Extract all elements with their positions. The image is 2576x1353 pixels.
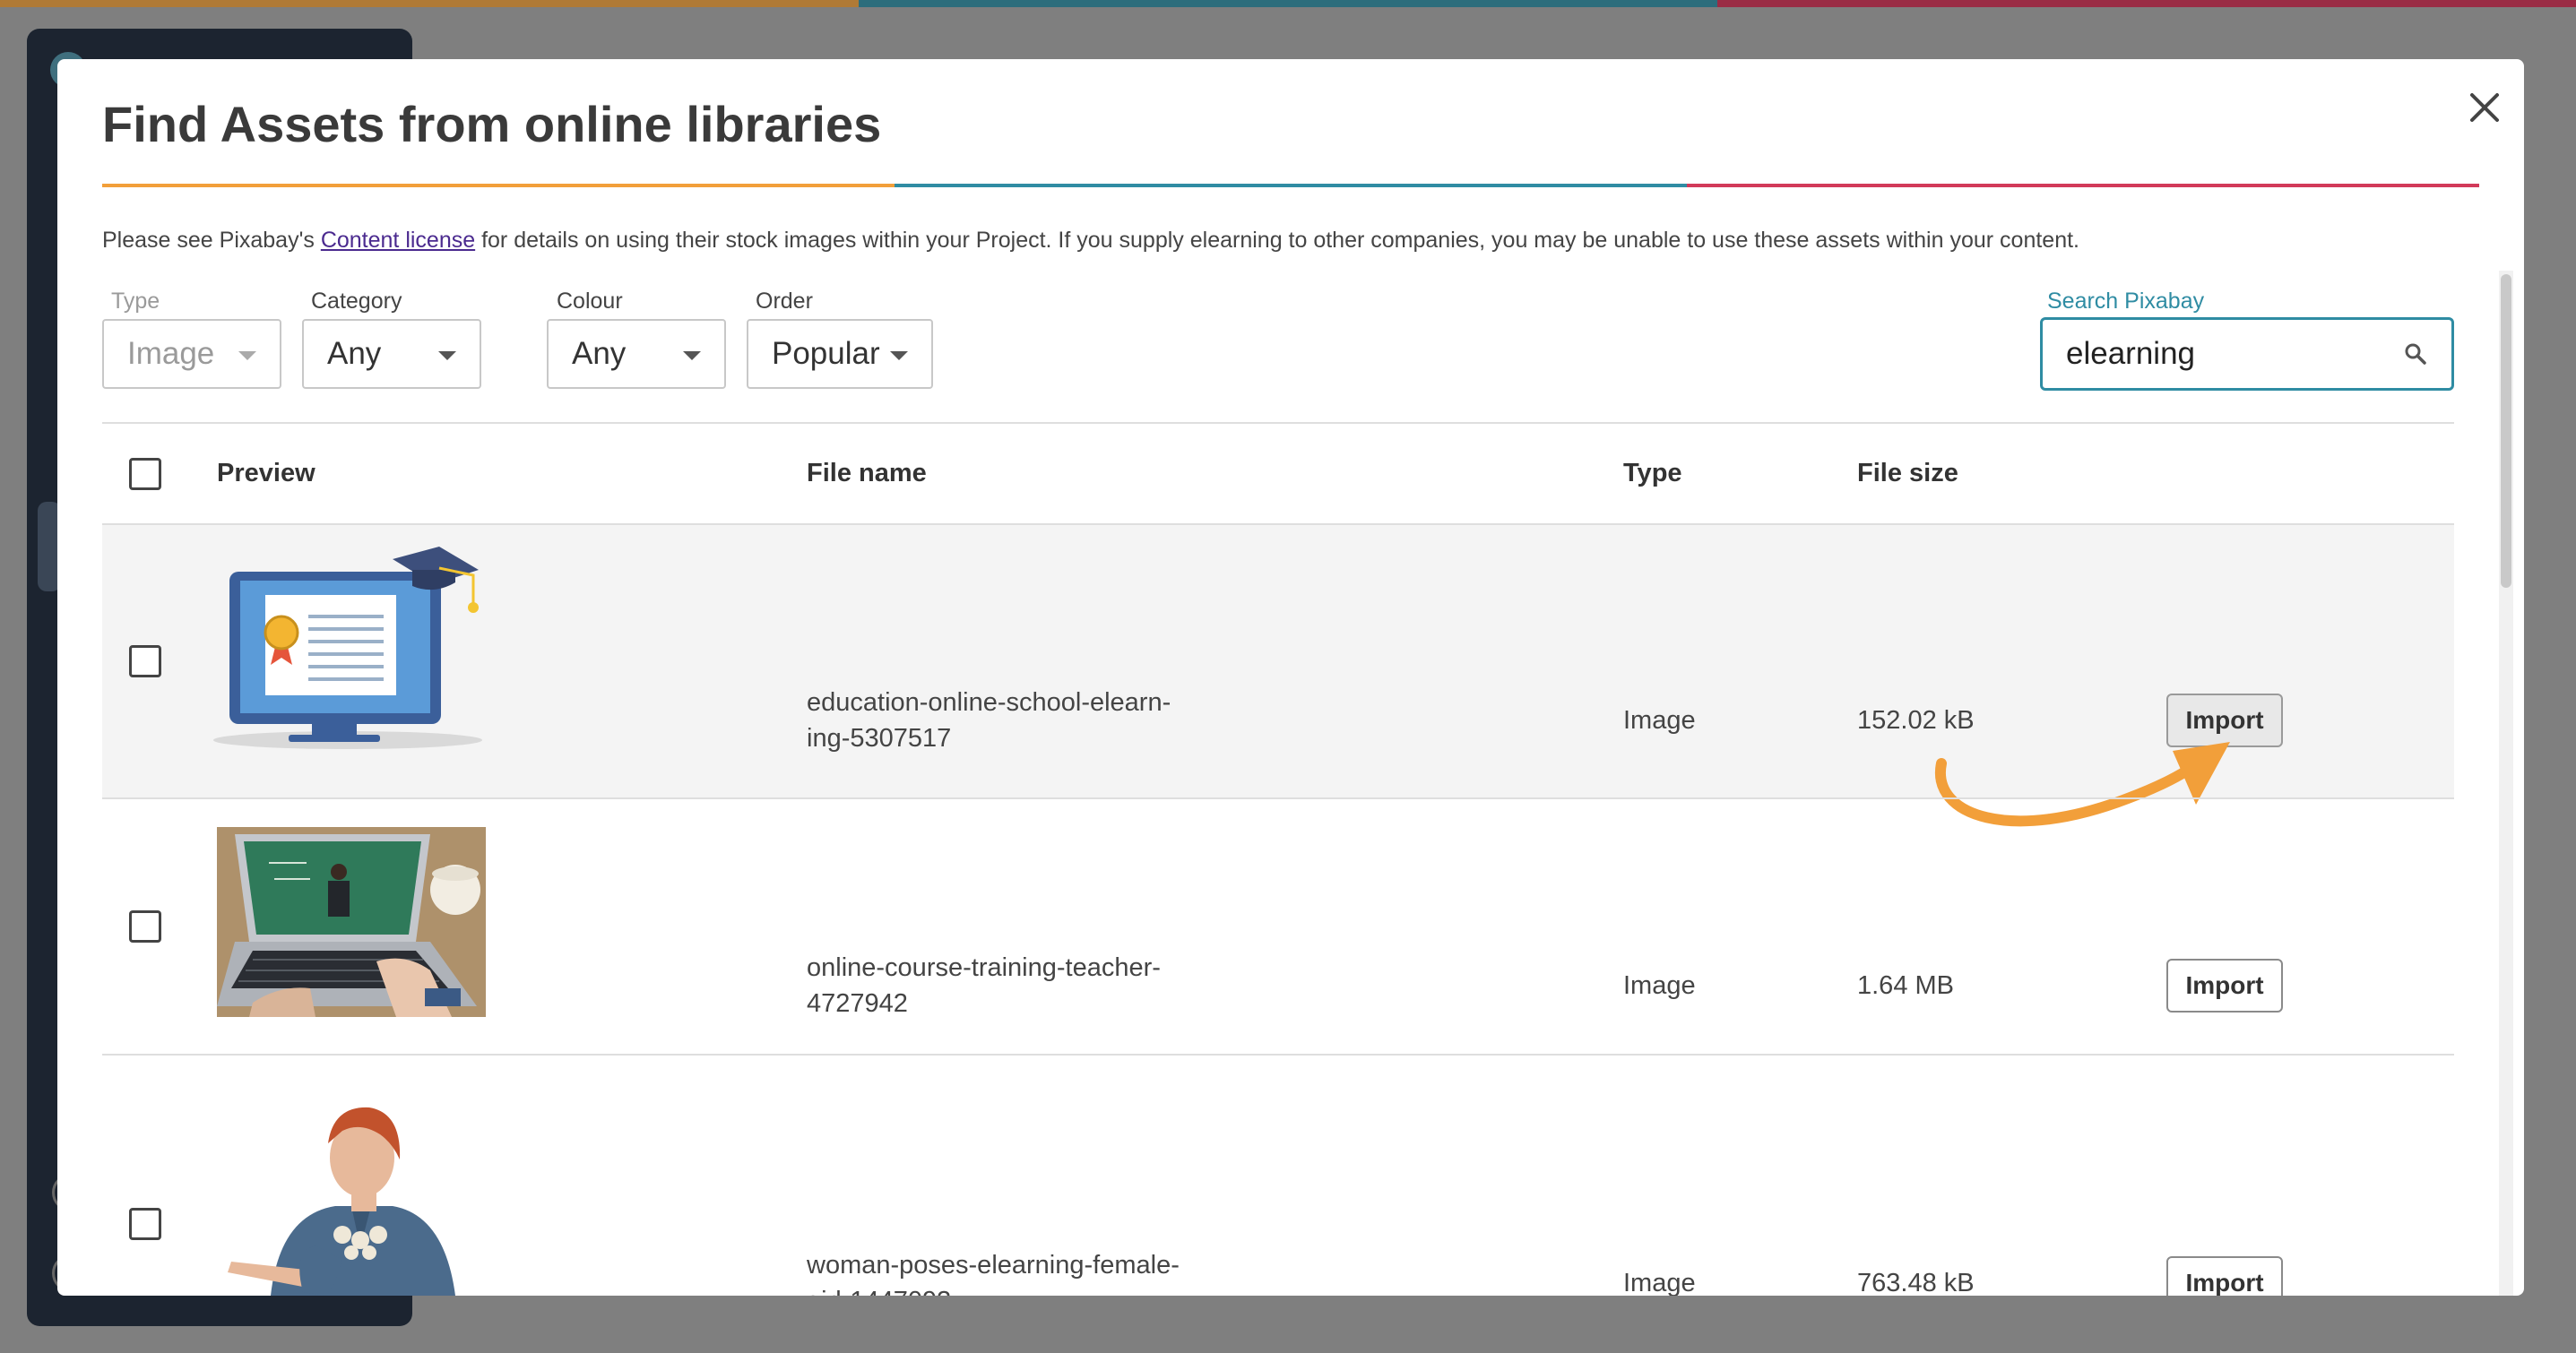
type-filter-label: Type — [111, 289, 160, 314]
modal-title: Find Assets from online libraries — [102, 96, 882, 152]
table-top-divider — [102, 422, 2454, 424]
order-filter-select[interactable]: Popular — [747, 319, 933, 389]
content-license-link[interactable]: Content license — [321, 228, 475, 253]
colour-filter-label: Colour — [557, 289, 623, 314]
license-prefix: Please see Pixabay's — [102, 228, 321, 253]
license-suffix: for details on using their stock images … — [475, 228, 2079, 253]
close-icon — [2470, 93, 2499, 122]
row-checkbox[interactable] — [129, 910, 161, 943]
search-label: Search Pixabay — [2047, 289, 2205, 314]
colour-filter-select[interactable]: Any — [547, 319, 726, 389]
type-filter-value: Image — [127, 336, 215, 371]
order-filter-label: Order — [756, 289, 813, 314]
category-filter-select[interactable]: Any — [302, 319, 481, 389]
search-box — [2040, 317, 2454, 391]
chevron-down-icon — [683, 351, 701, 360]
order-filter-value: Popular — [772, 336, 880, 371]
preview-thumbnail — [217, 827, 486, 1017]
column-header-file-size: File size — [1857, 459, 1958, 487]
search-input[interactable] — [2064, 335, 2390, 373]
row-divider — [102, 797, 2454, 799]
column-header-file-name: File name — [807, 459, 927, 487]
row-divider — [102, 1054, 2454, 1056]
column-header-type: Type — [1623, 459, 1682, 487]
select-all-checkbox[interactable] — [129, 458, 161, 490]
close-button[interactable] — [2459, 82, 2510, 133]
import-button[interactable]: Import — [2166, 959, 2283, 1013]
app-top-accent-bar — [0, 0, 2576, 7]
type-filter-select: Image — [102, 319, 281, 389]
preview-thumbnail — [213, 547, 482, 749]
chevron-down-icon — [890, 351, 908, 360]
file-name-line: 4727942 — [807, 989, 908, 1018]
file-name-line: woman-poses-elearning-female- — [807, 1251, 1180, 1280]
file-name-line: online-course-training-teacher- — [807, 953, 1161, 982]
title-underline — [102, 184, 2479, 187]
file-name: education-online-school-elearn- ing-5307… — [807, 685, 1171, 756]
file-name-line: education-online-school-elearn- — [807, 688, 1171, 717]
row-checkbox[interactable] — [129, 645, 161, 677]
file-size: 763.48 kB — [1857, 1269, 1975, 1296]
file-type: Image — [1623, 706, 1696, 735]
column-header-preview: Preview — [217, 459, 316, 487]
license-notice: Please see Pixabay's Content license for… — [102, 228, 2079, 254]
chevron-down-icon — [438, 351, 456, 360]
search-icon[interactable] — [2403, 341, 2428, 366]
find-assets-modal: Find Assets from online libraries Please… — [57, 59, 2524, 1296]
annotation-arrow-icon — [1934, 742, 2230, 827]
file-type: Image — [1623, 1269, 1696, 1296]
import-button[interactable]: Import — [2166, 1256, 2283, 1296]
chevron-down-icon — [238, 351, 256, 360]
file-name: woman-poses-elearning-female- girl-14470… — [807, 1247, 1180, 1296]
colour-filter-value: Any — [572, 336, 627, 371]
file-type: Image — [1623, 971, 1696, 1000]
preview-thumbnail — [228, 1107, 455, 1296]
file-name: online-course-training-teacher- 4727942 — [807, 950, 1161, 1021]
category-filter-value: Any — [327, 336, 382, 371]
file-name-line: girl-1447093 — [807, 1283, 1180, 1296]
file-size: 1.64 MB — [1857, 971, 1954, 1000]
category-filter-label: Category — [311, 289, 402, 314]
scrollbar-thumb[interactable] — [2501, 274, 2511, 588]
row-checkbox[interactable] — [129, 1208, 161, 1240]
file-name-line: ing-5307517 — [807, 724, 952, 753]
